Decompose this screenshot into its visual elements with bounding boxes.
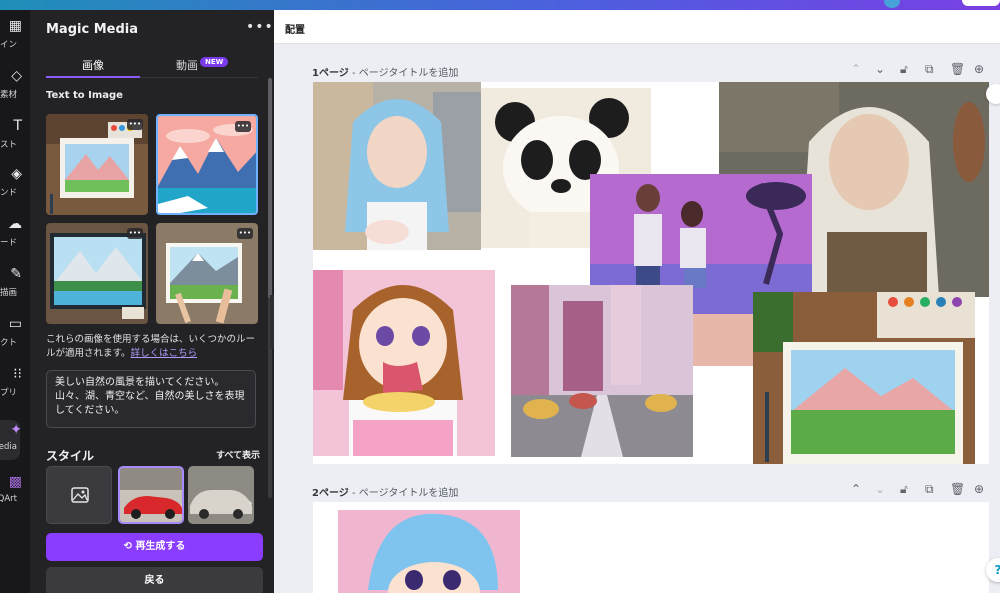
magic-media-panel: Magic Media ••• 画像 動画 NEW Text to Image … [30, 10, 274, 593]
usage-notice: これらの画像を使用する場合は、いくつかのルールが適用されます。詳しくはこちら [46, 333, 262, 361]
show-all-styles-link[interactable]: すべて表示 [216, 448, 260, 461]
projects-icon: ▭ [8, 316, 22, 332]
canvas-image-watercolor-table[interactable] [753, 292, 975, 464]
chevron-up-icon[interactable]: ⌃ [851, 482, 861, 496]
panel-scrollbar[interactable] [268, 78, 272, 298]
lock-icon[interactable]: 🔓︎ [900, 482, 908, 497]
rail-item-label: 素材 [0, 90, 17, 100]
apps-icon: ⁝⁝ [13, 366, 22, 382]
page-1-canvas[interactable] [313, 82, 989, 464]
generated-image-1[interactable]: ••• [46, 114, 148, 215]
regenerate-button[interactable]: ⟲ 再生成する [46, 533, 263, 561]
rail-item-design[interactable]: ▦ ザイン [0, 14, 30, 60]
elements-icon: ◇ [11, 68, 22, 84]
image-more-icon[interactable]: ••• [127, 228, 143, 239]
panel-title: Magic Media [46, 22, 138, 37]
trash-icon[interactable]: 🗑︎ [950, 482, 965, 496]
style-section-title: スタイル [46, 449, 95, 463]
rail-item-label: ランド [0, 188, 17, 198]
duplicate-icon[interactable]: ⧉ [925, 482, 934, 497]
rail-item-elements[interactable]: ◇ 素材 [0, 64, 30, 110]
rail-item-brand[interactable]: ◈ ランド [0, 162, 30, 208]
draw-icon: ✎ [10, 266, 22, 282]
style-vintage[interactable] [188, 466, 254, 524]
active-tab-indicator [46, 76, 140, 78]
page-header: 1ページ - ページタイトルを追加 [312, 64, 458, 79]
rail-item-label: o QArt [0, 494, 17, 504]
page-title-input[interactable]: - ページタイトルを追加 [349, 488, 458, 499]
image-more-icon[interactable]: ••• [235, 121, 251, 132]
rail-item-projects[interactable]: ▭ ジェクト [0, 312, 30, 358]
trash-icon[interactable]: 🗑︎ [950, 62, 965, 76]
rail-item-label: ic Media [0, 442, 17, 452]
canvas-workspace: 配置 1ページ - ページタイトルを追加 ⌃ ⌄ 🔓︎ ⧉ 🗑︎ ⊕ 2ページ … [274, 10, 1000, 593]
rail-item-label: 描画 [0, 288, 17, 298]
arrange-button[interactable]: 配置 [285, 21, 305, 36]
canvas-image-blue-hair-girl[interactable] [313, 82, 481, 250]
add-page-icon[interactable]: ⊕ [974, 62, 984, 76]
qr-art-icon: ▩ [8, 474, 22, 490]
rail-item-label: ジェクト [0, 338, 17, 348]
new-badge: NEW [200, 57, 229, 67]
page-number: 2ページ [312, 488, 349, 499]
brand-icon: ◈ [11, 166, 22, 182]
rail-item-draw[interactable]: ✎ 描画 [0, 262, 30, 308]
image-placeholder-icon [71, 487, 89, 503]
magic-media-icon: ✦ [10, 422, 22, 438]
canvas-side-button[interactable] [986, 84, 1000, 104]
page-2-canvas[interactable] [313, 502, 989, 593]
add-page-icon[interactable]: ⊕ [974, 482, 984, 496]
style-none[interactable] [46, 466, 112, 524]
rail-item-label: ザイン [0, 40, 17, 50]
page-title-input[interactable]: - ページタイトルを追加 [349, 68, 458, 79]
lock-icon[interactable]: 🔓︎ [900, 62, 908, 77]
rail-item-magic-media[interactable]: ✦ ic Media [0, 418, 30, 464]
generated-image-3[interactable]: ••• [46, 223, 148, 324]
learn-more-link[interactable]: 詳しくはこちら [131, 348, 198, 359]
generated-image-2[interactable]: ••• [156, 114, 258, 215]
rail-item-apps[interactable]: ⁝⁝ プリ [0, 362, 30, 408]
back-button[interactable]: 戻る [46, 567, 263, 593]
editor-toolbar: 配置 [274, 10, 1000, 44]
user-avatar[interactable] [884, 0, 900, 8]
rail-item-qr-art[interactable]: ▩ o QArt [0, 470, 30, 516]
more-options-icon[interactable]: ••• [246, 19, 274, 35]
chevron-down-icon[interactable]: ⌄ [875, 482, 885, 496]
chevron-up-icon[interactable]: ⌃ [851, 62, 861, 76]
rail-item-text[interactable]: T キスト [0, 114, 30, 160]
page-number: 1ページ [312, 68, 349, 79]
refresh-icon: ⟲ [123, 541, 136, 552]
page-header: 2ページ - ページタイトルを追加 [312, 484, 458, 499]
section-title: Text to Image [46, 90, 123, 101]
rail-item-label: プロード [0, 238, 17, 248]
canvas-image-city-street[interactable] [511, 285, 693, 457]
top-header-bar [0, 0, 1000, 10]
template-icon: ▦ [8, 18, 22, 34]
text-icon: T [13, 118, 22, 134]
image-more-icon[interactable]: ••• [237, 228, 253, 239]
tab-image[interactable]: 画像 [82, 57, 104, 73]
regenerate-label: 再生成する [135, 541, 186, 552]
left-rail: ▦ザイン ◇素材 Tキスト ◈ランド ☁プロード ✎描画 ▭ジェクト ⁝⁝プリ … [0, 10, 30, 593]
upload-icon: ☁ [8, 216, 22, 232]
prompt-textarea[interactable]: 美しい自然の風景を描いてください。山々、湖、青空など、自然の美しさを表現してくだ… [46, 370, 256, 428]
share-button[interactable] [962, 0, 1000, 6]
tab-video[interactable]: 動画 [176, 57, 198, 73]
duplicate-icon[interactable]: ⧉ [925, 62, 934, 77]
generated-image-4[interactable]: ••• [156, 223, 258, 324]
chevron-down-icon[interactable]: ⌄ [875, 62, 885, 76]
image-more-icon[interactable]: ••• [127, 119, 143, 130]
style-photo[interactable] [118, 466, 184, 524]
rail-item-uploads[interactable]: ☁ プロード [0, 212, 30, 258]
canvas-image-girl-eating-cake[interactable] [313, 270, 495, 456]
rail-item-label: プリ [0, 388, 17, 398]
canvas-image-blue-hair-anime-girl[interactable] [338, 510, 520, 593]
rail-item-label: キスト [0, 140, 17, 150]
chevron-right-icon[interactable]: › [248, 496, 253, 510]
